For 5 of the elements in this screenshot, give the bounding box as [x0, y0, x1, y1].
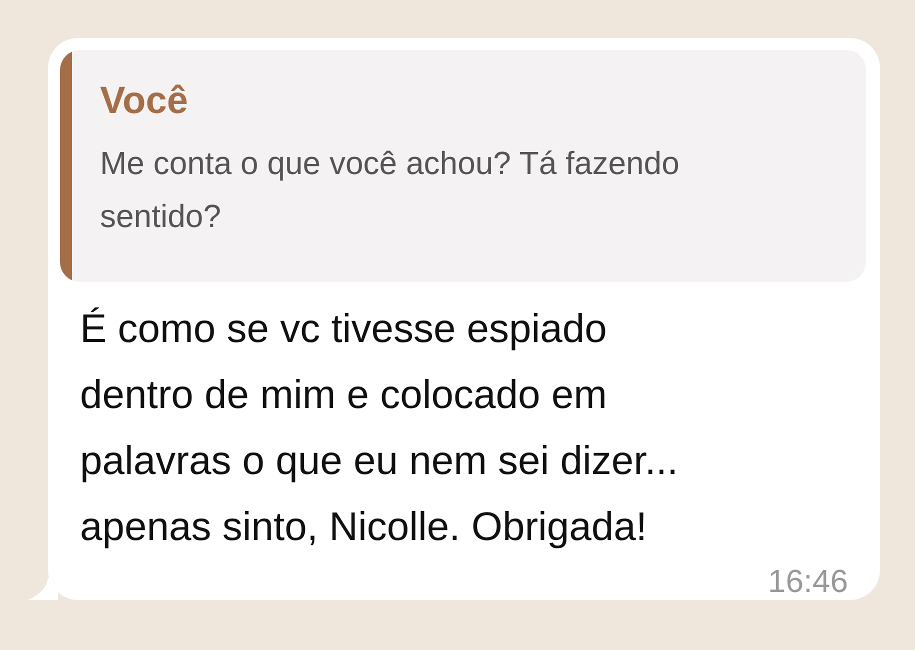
quoted-author: Você — [100, 80, 190, 123]
message-text: É como se vc tivesse espiado dentro de mim e colocado em palavras o que eu nem sei dizer... apenas sinto, Nicolle. Obrigada! — [80, 306, 678, 551]
quoted-message[interactable]: Você Me conta o que você achou? Tá fazendo sentido? — [60, 50, 866, 282]
message-time: 16:46 — [768, 562, 848, 600]
quoted-text: Me conta o que você achou? Tá fazendo sentido? — [100, 144, 680, 236]
